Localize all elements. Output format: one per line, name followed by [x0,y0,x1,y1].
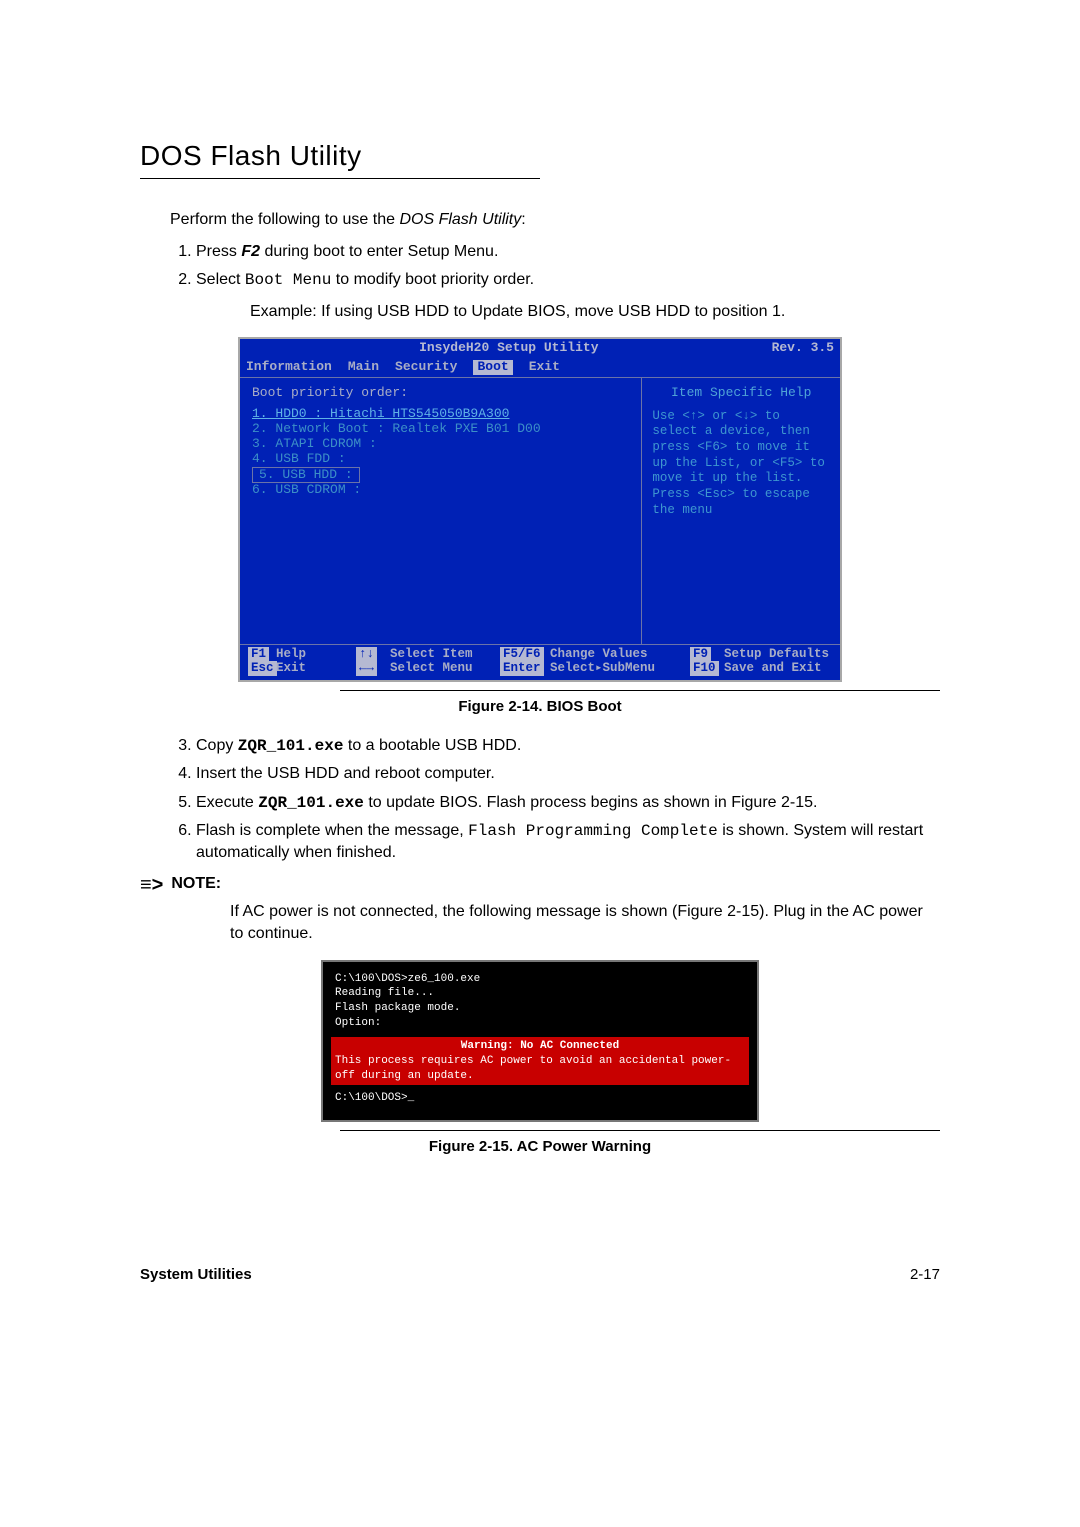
bios-label-help: Help [276,647,356,661]
step3-a: Copy [196,737,238,754]
step-1: Press F2 during boot to enter Setup Menu… [196,241,940,263]
bios-device-6: 6. USB CDROM : [252,483,629,498]
bios-device-1: 1. HDD0 : Hitachi HTS545050B9A300 [252,407,629,422]
step-2: Select Boot Menu to modify boot priority… [196,269,940,291]
dos-warning-body: This process requires AC power to avoid … [335,1054,745,1084]
dos-warning-box: Warning: No AC Connected This process re… [331,1037,749,1086]
dos-line-4: Option: [335,1016,745,1031]
dos-line-1: C:\100\DOS>ze6_100.exe [335,972,745,987]
bios-label-exit: Exit [276,661,356,675]
bios-header-rev: Rev. 3.5 [772,341,834,356]
step2-b: Boot Menu [245,271,331,289]
steps-list-2: Copy ZQR_101.exe to a bootable USB HDD. … [170,735,940,865]
bios-screenshot: InsydeH20 Setup Utility Rev. 3.5 Informa… [238,337,842,682]
step5-c: to update BIOS. Flash process begins as … [364,794,818,811]
bios-label-save-exit: Save and Exit [724,661,832,675]
step6-b: Flash Programming Complete [468,822,718,840]
bios-label-change-values: Change Values [550,647,690,661]
bios-menu-boot: Boot [473,360,512,375]
bios-key-updown: ↑↓ [356,647,377,661]
step1-a: Press [196,243,241,260]
figure-1-caption: Figure 2-14. BIOS Boot [140,697,940,717]
bios-left-pane: Boot priority order: 1. HDD0 : Hitachi H… [240,378,642,644]
step2-c: to modify boot priority order. [331,271,534,288]
step5-b: ZQR_101.exe [258,794,364,812]
bios-right-pane: Item Specific Help Use <↑> or <↓> to sel… [642,378,840,644]
bios-device-2: 2. Network Boot : Realtek PXE B01 D00 [252,422,629,437]
bios-help-header: Item Specific Help [652,386,830,401]
bios-menu-main: Main [348,360,379,375]
step5-a: Execute [196,794,258,811]
bios-key-f10: F10 [690,661,719,675]
figure-1-rule [340,690,940,691]
footer-page-number: 2-17 [910,1266,940,1283]
dos-warning-title: Warning: No AC Connected [335,1039,745,1054]
step-6: Flash is complete when the message, Flas… [196,820,940,865]
step1-c: during boot to enter Setup Menu. [260,243,498,260]
bios-label-select-menu: Select Menu [390,661,500,675]
dos-line-5: C:\100\DOS>_ [335,1091,745,1106]
title-rule [140,178,540,179]
step6-a: Flash is complete when the message, [196,822,468,839]
step-5: Execute ZQR_101.exe to update BIOS. Flas… [196,792,940,814]
bios-key-esc: Esc [248,661,277,675]
dos-line-3: Flash package mode. [335,1001,745,1016]
intro-line: Perform the following to use the DOS Fla… [170,209,940,231]
bios-menu-security: Security [395,360,457,375]
intro-app: DOS Flash Utility [399,211,521,228]
bios-key-leftright: ←→ [356,661,377,675]
page-footer: System Utilities 2-17 [140,1266,940,1283]
step3-b: ZQR_101.exe [238,737,344,755]
bios-label-select-submenu: Select▸SubMenu [550,661,690,675]
example-line: Example: If using USB HDD to Update BIOS… [250,301,940,323]
dos-line-2: Reading file... [335,986,745,1001]
note-icon: ≡> [140,875,163,895]
note-body: If AC power is not connected, the follow… [230,901,940,946]
intro-suffix: : [521,211,525,228]
step-4: Insert the USB HDD and reboot computer. [196,763,940,785]
step3-c: to a bootable USB HDD. [343,737,521,754]
bios-device-4: 4. USB FDD : [252,452,629,467]
bios-key-f5f6: F5/F6 [500,647,544,661]
bios-help-body: Use <↑> or <↓> to select a device, then … [652,409,830,518]
bios-boot-order-label: Boot priority order: [252,386,629,401]
step2-a: Select [196,271,245,288]
bios-footer: F1 Help ↑↓ Select Item F5/F6 Change Valu… [240,644,840,680]
steps-list-1: Press F2 during boot to enter Setup Menu… [170,241,940,292]
figure-2-rule [340,1130,940,1131]
bios-device-5: 5. USB HDD : [252,467,360,484]
bios-label-select-item: Select Item [390,647,500,661]
bios-menu-information: Information [246,360,332,375]
bios-device-3: 3. ATAPI CDROM : [252,437,629,452]
bios-key-f9: F9 [690,647,711,661]
bios-key-enter: Enter [500,661,544,675]
step-3: Copy ZQR_101.exe to a bootable USB HDD. [196,735,940,757]
dos-screenshot: C:\100\DOS>ze6_100.exe Reading file... F… [321,960,759,1123]
intro-prefix: Perform the following to use the [170,211,399,228]
bios-key-f1: F1 [248,647,269,661]
page-title: DOS Flash Utility [140,140,940,172]
bios-menu-bar: Information Main Security Boot Exit [240,358,840,377]
bios-label-setup-defaults: Setup Defaults [724,647,832,661]
note-label: NOTE: [171,875,221,893]
figure-2-caption: Figure 2-15. AC Power Warning [140,1137,940,1157]
footer-section: System Utilities [140,1266,252,1283]
bios-header: InsydeH20 Setup Utility Rev. 3.5 [240,339,840,358]
step1-b: F2 [241,243,260,260]
bios-body: Boot priority order: 1. HDD0 : Hitachi H… [240,377,840,644]
bios-menu-exit: Exit [529,360,560,375]
note-row: ≡> NOTE: [140,875,940,895]
bios-header-title: InsydeH20 Setup Utility [246,341,772,356]
